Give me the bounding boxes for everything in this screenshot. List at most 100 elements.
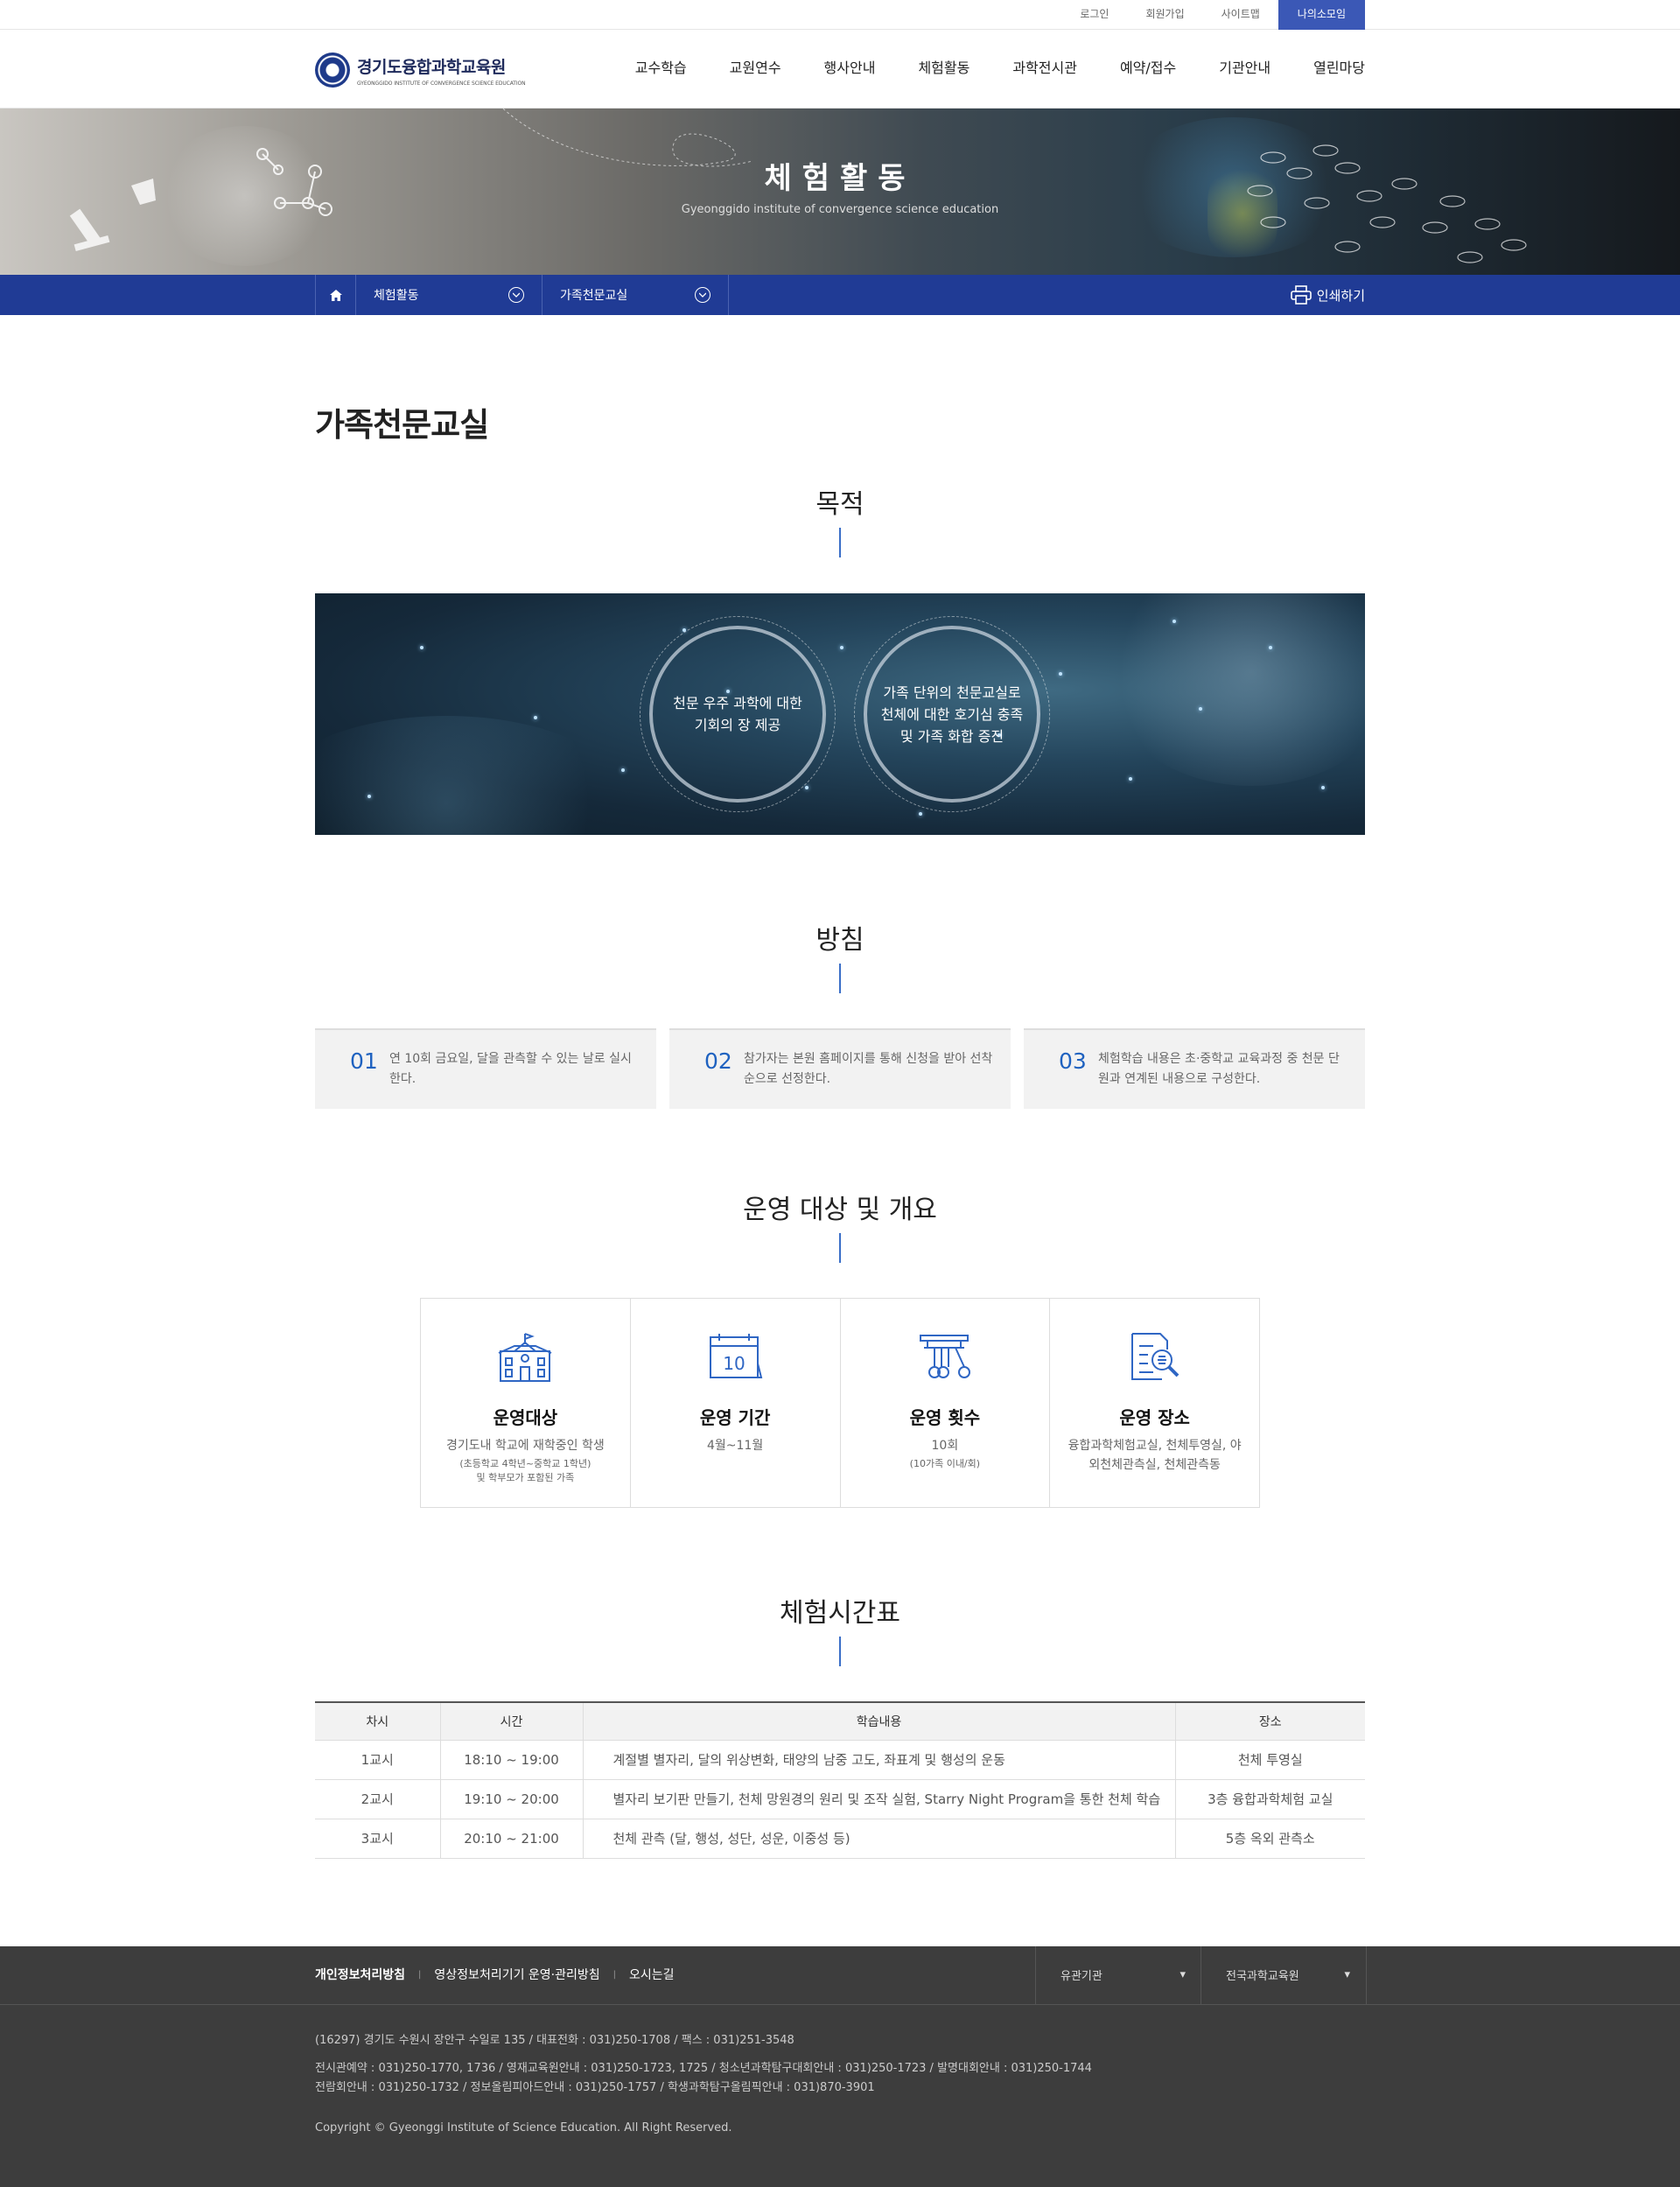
overview-item: 운영 장소 융합과학체험교실, 천체투영실, 야외천체관측실, 천체관측동 xyxy=(1049,1299,1259,1507)
menu-item-exhibition[interactable]: 과학전시관 xyxy=(1012,30,1077,107)
place-cell: 천체 투영실 xyxy=(1174,1739,1365,1780)
related-sites-select[interactable]: 유관기관 ▾ xyxy=(1035,1945,1201,2004)
site-logo[interactable]: 경기도융합과학교육원 GYEONGGIDO INSTITUTE OF CONVE… xyxy=(315,53,526,88)
national-edu-label: 전국과학교육원 xyxy=(1226,1970,1299,1983)
overview-grid: 운영대상 경기도내 학교에 재학중인 학생 (초등학교 4학년~중학교 1학년)… xyxy=(420,1298,1260,1508)
location-bar: 체험활동 가족천문교실 인쇄하기 xyxy=(0,275,1680,315)
location-depth2-select[interactable]: 가족천문교실 xyxy=(542,275,729,315)
policy-text: 연 10회 금요일, 달을 관측할 수 있는 날로 실시한다. xyxy=(389,1052,632,1086)
policy-card: 02 참가자는 본원 홈페이지를 통해 신청을 받아 선착순으로 선정한다. xyxy=(669,1028,1011,1109)
period-cell: 3교시 xyxy=(315,1818,441,1859)
policy-list: 01 연 10회 금요일, 달을 관측할 수 있는 날로 실시한다. 02 참가… xyxy=(315,1028,1365,1109)
column-header: 장소 xyxy=(1174,1702,1365,1741)
footer-info: (16297) 경기도 수원시 장안구 수일로 135 / 대표전화 : 031… xyxy=(315,2005,1365,2138)
menu-item-reservation[interactable]: 예약/접수 xyxy=(1120,30,1176,107)
directions-link[interactable]: 오시는길 xyxy=(629,1946,675,2004)
menu-item-training[interactable]: 교원연수 xyxy=(730,30,781,107)
overview-sub: (초등학교 4학년~중학교 1학년) 및 학부모가 포함된 가족 xyxy=(459,1458,592,1483)
policy-number: 01 xyxy=(350,1048,378,1074)
menu-item-experience[interactable]: 체험활동 xyxy=(918,30,970,107)
menu-item-about[interactable]: 기관안내 xyxy=(1219,30,1270,107)
logo-subtitle: GYEONGGIDO INSTITUTE OF CONVERGENCE SCIE… xyxy=(357,80,526,87)
time-cell: 19:10 ~ 20:00 xyxy=(439,1778,584,1819)
national-edu-select[interactable]: 전국과학교육원 ▾ xyxy=(1200,1945,1367,2004)
location-depth1-select[interactable]: 체험활동 xyxy=(356,275,542,315)
overview-title: 운영 기간 xyxy=(699,1407,771,1428)
overview-desc: 10회 xyxy=(931,1439,959,1453)
table-header-row: 차시 시간 학습내용 장소 xyxy=(315,1702,1365,1741)
overview-item: 10 운영 기간 4월~11월 xyxy=(629,1299,840,1507)
home-icon[interactable] xyxy=(316,275,356,315)
policy-text: 체험학습 내용은 초·중학교 교육과정 중 천문 단원과 연계된 내용으로 구성… xyxy=(1098,1052,1340,1086)
policy-number: 03 xyxy=(1059,1048,1087,1074)
footer-contacts-1: 전시관예약 : 031)250-1770, 1736 / 영재교육원안내 : 0… xyxy=(315,2061,1092,2075)
time-cell: 18:10 ~ 19:00 xyxy=(439,1739,584,1780)
section-title: 방침 xyxy=(816,925,864,956)
column-header: 시간 xyxy=(439,1702,584,1741)
content-cell: 천체 관측 (달, 행성, 성단, 성운, 이중성 등) xyxy=(582,1818,1176,1859)
location-depth2-label: 가족천문교실 xyxy=(560,289,628,303)
my-group-link[interactable]: 나의소모임 xyxy=(1278,0,1365,30)
policy-number: 02 xyxy=(704,1048,732,1074)
school-icon xyxy=(421,1332,630,1384)
print-label: 인쇄하기 xyxy=(1316,287,1365,304)
related-sites-label: 유관기관 xyxy=(1060,1970,1102,1983)
banner-title: 체험활동 xyxy=(764,161,916,196)
time-cell: 20:10 ~ 21:00 xyxy=(439,1818,584,1859)
overview-desc: 4월~11월 xyxy=(707,1439,764,1453)
section-purpose-heading: 목적 xyxy=(315,482,1365,557)
header: 경기도융합과학교육원 GYEONGGIDO INSTITUTE OF CONVE… xyxy=(0,30,1680,109)
section-policy-heading: 방침 xyxy=(315,918,1365,993)
location-depth1-label: 체험활동 xyxy=(374,289,419,303)
print-button[interactable]: 인쇄하기 xyxy=(1290,275,1365,315)
footer: 개인정보처리방침 | 영상정보처리기기 운영·관리방침 | 오시는길 유관기관 … xyxy=(0,1945,1680,2187)
menu-item-events[interactable]: 행사안내 xyxy=(824,30,876,107)
footer-address: (16297) 경기도 수원시 장안구 수일로 135 / 대표전화 : 031… xyxy=(315,2033,794,2047)
place-cell: 3층 융합과학체험 교실 xyxy=(1174,1778,1365,1819)
main-content: 가족천문교실 목적 천문 우주 과학에 대한 기회의 장 제공 가족 단위의 천… xyxy=(315,398,1365,1859)
column-header: 학습내용 xyxy=(582,1702,1176,1741)
logo-title: 경기도융합과학교육원 xyxy=(357,57,506,77)
privacy-policy-link[interactable]: 개인정보처리방침 xyxy=(315,1946,405,2004)
overview-item: 운영 횟수 10회 (10가족 이내/회) xyxy=(839,1299,1050,1507)
section-title: 목적 xyxy=(816,489,864,520)
overview-title: 운영 횟수 xyxy=(909,1407,981,1428)
section-title: 체험시간표 xyxy=(780,1598,900,1629)
overview-item: 운영대상 경기도내 학교에 재학중인 학생 (초등학교 4학년~중학교 1학년)… xyxy=(421,1299,630,1507)
overview-sub: (10가족 이내/회) xyxy=(909,1458,981,1469)
purpose-text-2: 가족 단위의 천문교실로 천체에 대한 호기심 충족 및 가족 화합 증진 xyxy=(864,626,1040,803)
period-cell: 1교시 xyxy=(315,1739,441,1780)
logo-emblem-icon xyxy=(315,53,350,88)
sitemap-link[interactable]: 사이트맵 xyxy=(1203,0,1278,29)
overview-title: 운영대상 xyxy=(493,1407,558,1428)
table-row: 2교시 19:10 ~ 20:00 별자리 보기판 만들기, 천체 망원경의 원… xyxy=(315,1778,1365,1819)
place-cell: 5층 옥외 관측소 xyxy=(1174,1818,1365,1859)
period-cell: 2교시 xyxy=(315,1778,441,1819)
overview-desc: 융합과학체험교실, 천체투영실, 야외천체관측실, 천체관측동 xyxy=(1068,1439,1242,1472)
caret-down-icon: ▾ xyxy=(1180,1968,1186,1981)
menu-item-teaching[interactable]: 교수학습 xyxy=(635,30,687,107)
section-title: 운영 대상 및 개요 xyxy=(743,1195,937,1225)
purpose-banner: 천문 우주 과학에 대한 기회의 장 제공 가족 단위의 천문교실로 천체에 대… xyxy=(315,593,1365,835)
login-link[interactable]: 로그인 xyxy=(1061,0,1127,29)
utility-bar: 로그인 회원가입 사이트맵 나의소모임 xyxy=(0,0,1680,30)
main-menu: 교수학습 교원연수 행사안내 체험활동 과학전시관 예약/접수 기관안내 열린마… xyxy=(592,30,1365,107)
menu-item-community[interactable]: 열린마당 xyxy=(1313,30,1365,107)
purpose-circle-2: 가족 단위의 천문교실로 천체에 대한 호기심 충족 및 가족 화합 증진 xyxy=(854,616,1050,812)
overview-desc: 경기도내 학교에 재학중인 학생 xyxy=(445,1439,605,1453)
caret-down-icon: ▾ xyxy=(1344,1968,1350,1981)
content-cell: 계절별 별자리, 달의 위상변화, 태양의 남중 고도, 좌표계 및 행성의 운… xyxy=(582,1739,1176,1780)
document-search-icon xyxy=(1050,1332,1259,1384)
footer-copyright: Copyright © Gyeonggi Institute of Scienc… xyxy=(315,2120,732,2134)
join-link[interactable]: 회원가입 xyxy=(1127,0,1202,29)
calendar-icon: 10 xyxy=(631,1332,840,1384)
chevron-down-icon xyxy=(695,287,710,303)
purpose-circle-1: 천문 우주 과학에 대한 기회의 장 제공 xyxy=(640,616,836,812)
cctv-policy-link[interactable]: 영상정보처리기기 운영·관리방침 xyxy=(434,1946,599,2004)
overview-title: 운영 장소 xyxy=(1119,1407,1190,1428)
printer-icon xyxy=(1290,285,1312,305)
content-cell: 별자리 보기판 만들기, 천체 망원경의 원리 및 조작 실험, Starry … xyxy=(582,1778,1176,1819)
column-header: 차시 xyxy=(315,1702,441,1741)
table-row: 1교시 18:10 ~ 19:00 계절별 별자리, 달의 위상변화, 태양의 … xyxy=(315,1739,1365,1780)
chevron-down-icon xyxy=(508,287,524,303)
